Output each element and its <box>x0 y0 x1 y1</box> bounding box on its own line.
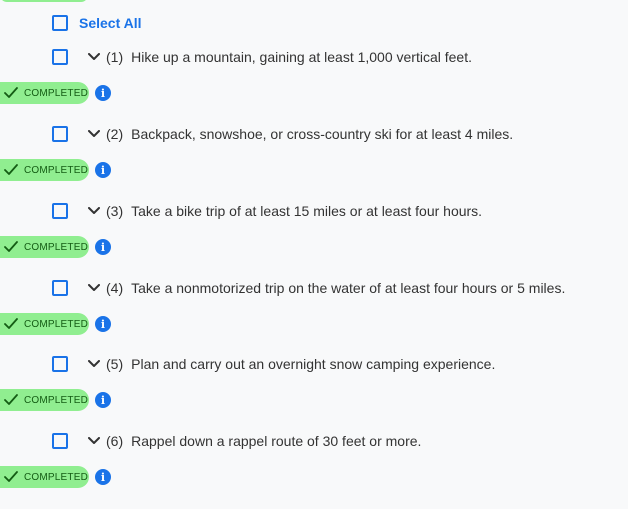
status-badge-label: COMPLETED <box>24 394 89 406</box>
status-badge-label: COMPLETED <box>24 164 89 176</box>
requirement-number: (2) <box>106 126 124 142</box>
requirement-number: (4) <box>106 280 124 296</box>
chevron-down-icon[interactable] <box>88 435 100 447</box>
check-icon <box>4 317 18 331</box>
requirement-checkbox[interactable] <box>52 203 68 219</box>
requirement-item: (5) Plan and carry out an overnight snow … <box>0 355 628 432</box>
info-icon[interactable]: i <box>95 392 111 408</box>
chevron-down-icon[interactable] <box>88 205 100 217</box>
info-icon[interactable]: i <box>95 162 111 178</box>
select-all-label[interactable]: Select All <box>79 15 142 31</box>
requirement-item: (4) Take a nonmotorized trip on the water… <box>0 279 628 356</box>
requirement-text: Hike up a mountain, gaining at least 1,0… <box>131 49 472 65</box>
info-icon[interactable]: i <box>95 469 111 485</box>
completed-badge: COMPLETED <box>0 236 89 258</box>
requirement-text: Take a nonmotorized trip on the water of… <box>131 280 566 296</box>
requirement-item: (1) Hike up a mountain, gaining at least … <box>0 48 628 125</box>
status-badge-label: COMPLETED <box>24 318 89 330</box>
requirement-row: (1) Hike up a mountain, gaining at least … <box>52 48 472 66</box>
previous-completed-badge <box>0 0 88 2</box>
requirement-row: (6) Rappel down a rappel route of 30 feet… <box>52 432 421 450</box>
requirement-number: (5) <box>106 356 124 372</box>
completed-badge: COMPLETED <box>0 82 89 104</box>
completed-badge: COMPLETED <box>0 159 89 181</box>
requirement-text: Plan and carry out an overnight snow cam… <box>131 356 496 372</box>
chevron-down-icon[interactable] <box>88 51 100 63</box>
check-icon <box>4 240 18 254</box>
info-icon[interactable]: i <box>95 85 111 101</box>
select-all-checkbox[interactable] <box>52 15 68 31</box>
status-badge-label: COMPLETED <box>24 87 89 99</box>
requirement-number: (3) <box>106 203 124 219</box>
check-icon <box>4 393 18 407</box>
requirement-row: (3) Take a bike trip of at least 15 miles… <box>52 202 482 220</box>
check-icon <box>4 163 18 177</box>
requirement-item: (2) Backpack, snowshoe, or cross-country … <box>0 125 628 202</box>
requirement-row: (2) Backpack, snowshoe, or cross-country … <box>52 125 513 143</box>
completed-badge: COMPLETED <box>0 389 89 411</box>
status-badge-label: COMPLETED <box>24 471 89 483</box>
requirement-checkbox[interactable] <box>52 433 68 449</box>
requirement-checkbox[interactable] <box>52 49 68 65</box>
requirement-text: Rappel down a rappel route of 30 feet or… <box>131 433 422 449</box>
check-icon <box>4 86 18 100</box>
requirement-item: (3) Take a bike trip of at least 15 miles… <box>0 202 628 279</box>
completed-badge: COMPLETED <box>0 313 89 335</box>
requirement-item: (6) Rappel down a rappel route of 30 feet… <box>0 432 628 509</box>
completed-badge: COMPLETED <box>0 466 89 488</box>
chevron-down-icon[interactable] <box>88 282 100 294</box>
requirement-number: (6) <box>106 433 124 449</box>
check-icon <box>4 470 18 484</box>
chevron-down-icon[interactable] <box>88 128 100 140</box>
info-icon[interactable]: i <box>95 239 111 255</box>
requirement-number: (1) <box>106 49 124 65</box>
requirement-checkbox[interactable] <box>52 280 68 296</box>
select-all-control[interactable]: Select All <box>52 14 142 32</box>
requirement-row: (5) Plan and carry out an overnight snow … <box>52 355 495 373</box>
chevron-down-icon[interactable] <box>88 358 100 370</box>
info-icon[interactable]: i <box>95 316 111 332</box>
requirement-checkbox[interactable] <box>52 356 68 372</box>
requirement-row: (4) Take a nonmotorized trip on the water… <box>52 279 565 297</box>
status-badge-label: COMPLETED <box>24 241 89 253</box>
requirement-text: Backpack, snowshoe, or cross-country ski… <box>131 126 514 142</box>
requirement-checkbox[interactable] <box>52 126 68 142</box>
requirement-text: Take a bike trip of at least 15 miles or… <box>131 203 483 219</box>
